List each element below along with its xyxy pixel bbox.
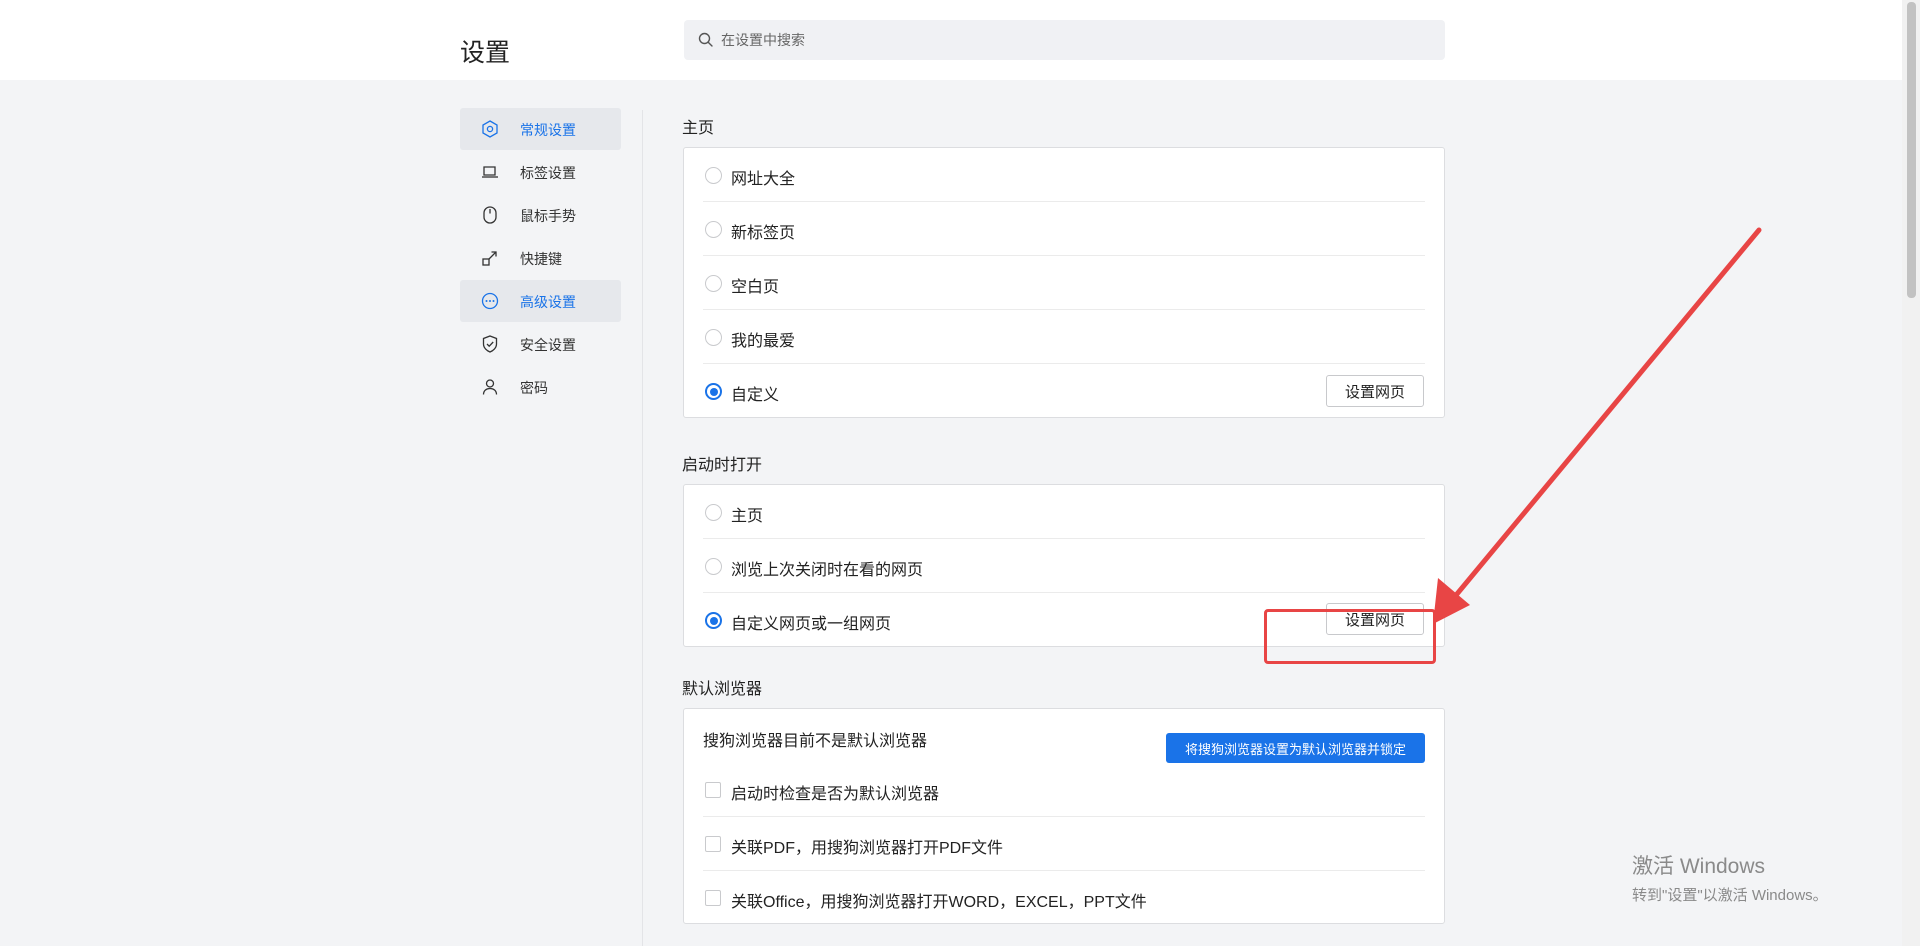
radio-button[interactable]	[705, 329, 722, 346]
radio-button[interactable]	[705, 275, 722, 292]
more-dots-icon	[481, 292, 499, 310]
search-icon	[698, 32, 713, 47]
default-browser-status-row: 搜狗浏览器目前不是默认浏览器 将搜狗浏览器设置为默认浏览器并锁定	[703, 709, 1425, 763]
radio-button[interactable]	[705, 504, 722, 521]
default-browser-section-title: 默认浏览器	[682, 681, 763, 698]
radio-button[interactable]	[705, 558, 722, 575]
startup-section-title: 启动时打开	[682, 457, 763, 474]
sidebar-item-advanced[interactable]: 高级设置	[460, 280, 621, 322]
checkbox-row[interactable]: 启动时检查是否为默认浏览器	[703, 763, 1425, 817]
startup-option-row[interactable]: 主页	[703, 485, 1425, 539]
homepage-option-row[interactable]: 空白页	[703, 256, 1425, 310]
user-icon	[482, 379, 498, 395]
sidebar-item-label: 安全设置	[520, 337, 576, 353]
sidebar-divider	[642, 110, 643, 946]
sidebar-item-label: 快捷键	[520, 251, 562, 267]
sidebar-item-mouse-gestures[interactable]: 鼠标手势	[460, 194, 621, 236]
sidebar: 常规设置 标签设置 鼠标手势 快捷键 高级设置 安全设置 密码	[460, 108, 621, 409]
sidebar-item-general[interactable]: 常规设置	[460, 108, 621, 150]
mouse-icon	[483, 206, 497, 224]
page-title: 设置	[460, 39, 511, 67]
watermark-title: 激活 Windows	[1632, 855, 1766, 878]
sidebar-item-label: 密码	[520, 380, 548, 396]
option-label: 主页	[731, 508, 764, 525]
checkbox[interactable]	[705, 782, 721, 798]
radio-button[interactable]	[705, 221, 722, 238]
homepage-option-row[interactable]: 我的最爱	[703, 310, 1425, 364]
radio-button-checked[interactable]	[705, 383, 722, 400]
sidebar-item-shortcuts[interactable]: 快捷键	[460, 237, 621, 279]
option-label: 网址大全	[731, 171, 796, 188]
homepage-card: 网址大全 新标签页 空白页 我的最爱 自定义 设置网页	[683, 147, 1445, 418]
option-label: 空白页	[731, 279, 780, 296]
scrollbar-thumb[interactable]	[1907, 2, 1916, 298]
checkbox-label: 启动时检查是否为默认浏览器	[731, 786, 940, 803]
homepage-set-page-button[interactable]: 设置网页	[1326, 375, 1424, 407]
shortcut-arrow-icon	[482, 251, 497, 266]
checkbox[interactable]	[705, 890, 721, 906]
option-label: 新标签页	[731, 225, 796, 242]
shield-icon	[482, 335, 498, 353]
sidebar-item-label: 常规设置	[520, 122, 576, 138]
checkbox-label: 关联PDF，用搜狗浏览器打开PDF文件	[731, 840, 1004, 857]
option-label: 自定义	[731, 387, 780, 404]
checkbox-label: 关联Office，用搜狗浏览器打开WORD，EXCEL，PPT文件	[731, 894, 1147, 911]
option-label: 我的最爱	[731, 333, 796, 350]
tab-icon	[482, 166, 498, 178]
startup-option-row[interactable]: 浏览上次关闭时在看的网页	[703, 539, 1425, 593]
search-box[interactable]	[684, 20, 1445, 60]
option-label: 自定义网页或一组网页	[731, 616, 892, 633]
homepage-option-row[interactable]: 新标签页	[703, 202, 1425, 256]
sidebar-item-passwords[interactable]: 密码	[460, 366, 621, 408]
sidebar-item-label: 标签设置	[520, 165, 576, 181]
radio-button[interactable]	[705, 167, 722, 184]
watermark-subtitle: 转到"设置"以激活 Windows。	[1632, 887, 1828, 904]
hexagon-gear-icon	[482, 120, 498, 138]
default-browser-card: 搜狗浏览器目前不是默认浏览器 将搜狗浏览器设置为默认浏览器并锁定 启动时检查是否…	[683, 708, 1445, 924]
windows-activation-watermark: 激活 Windows 转到"设置"以激活 Windows。	[1632, 850, 1828, 905]
sidebar-item-label: 鼠标手势	[520, 208, 576, 224]
search-input[interactable]	[721, 20, 1421, 60]
sidebar-item-security[interactable]: 安全设置	[460, 323, 621, 365]
scrollbar[interactable]	[1902, 0, 1920, 946]
radio-button-checked[interactable]	[705, 612, 722, 629]
checkbox-row[interactable]: 关联Office，用搜狗浏览器打开WORD，EXCEL，PPT文件	[703, 871, 1425, 925]
sidebar-item-tabs[interactable]: 标签设置	[460, 151, 621, 193]
sidebar-item-label: 高级设置	[520, 294, 576, 310]
checkbox-row[interactable]: 关联PDF，用搜狗浏览器打开PDF文件	[703, 817, 1425, 871]
checkbox[interactable]	[705, 836, 721, 852]
header: 设置	[0, 0, 1902, 80]
set-default-browser-button[interactable]: 将搜狗浏览器设置为默认浏览器并锁定	[1166, 733, 1425, 763]
homepage-option-row[interactable]: 自定义 设置网页	[703, 364, 1425, 418]
default-browser-status: 搜狗浏览器目前不是默认浏览器	[703, 733, 928, 750]
homepage-option-row[interactable]: 网址大全	[703, 148, 1425, 202]
annotation-highlight-box	[1264, 609, 1436, 664]
homepage-section-title: 主页	[682, 120, 715, 137]
option-label: 浏览上次关闭时在看的网页	[731, 562, 924, 579]
